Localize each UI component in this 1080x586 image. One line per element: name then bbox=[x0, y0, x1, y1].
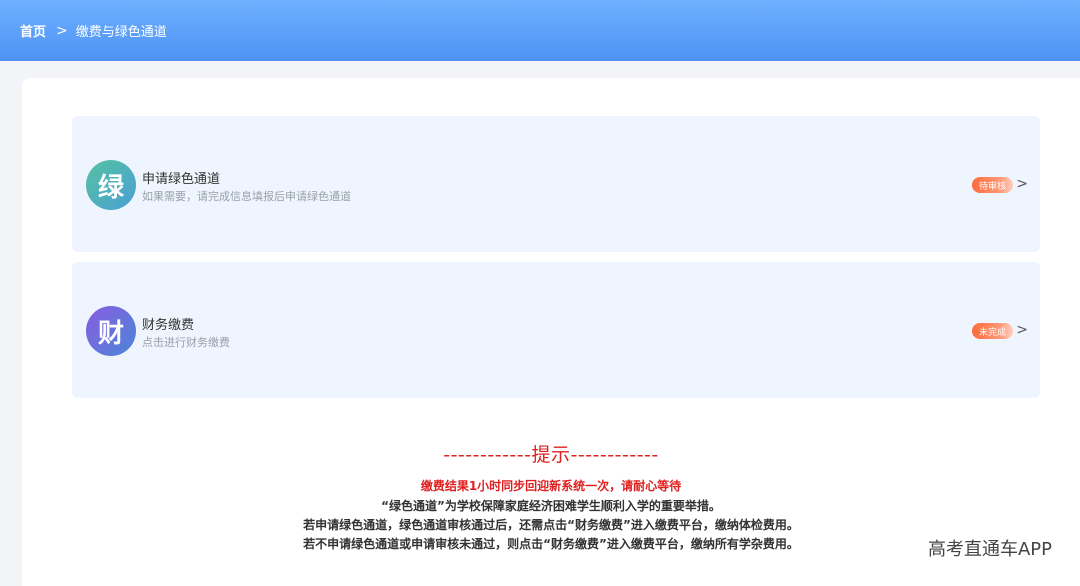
top-header-bar: 首页 > 缴费与绿色通道 bbox=[0, 0, 1080, 61]
main-panel: 绿 申请绿色通道 如果需要，请完成信息填报后申请绿色通道 待审核 > 财 财务缴… bbox=[22, 78, 1080, 586]
tips-section: ------------提示------------ 缴费结果1小时同步回迎新系… bbox=[22, 440, 1080, 551]
watermark-text: 高考直通车APP bbox=[927, 539, 1052, 560]
tip-line: “绿色通道”为学校保障家庭经济困难学生顺利入学的重要举措。 bbox=[381, 499, 721, 513]
finance-icon: 财 bbox=[86, 306, 136, 356]
status-badge: 待审核 bbox=[971, 177, 1013, 193]
finance-payment-card[interactable]: 财 财务缴费 点击进行财务缴费 未完成 > bbox=[72, 262, 1040, 398]
card-title: 申请绿色通道 bbox=[142, 172, 221, 187]
tip-line: 若不申请绿色通道或申请审核未通过，则点击“财务缴费”进入缴费平台，缴纳所有学杂费… bbox=[303, 537, 799, 551]
tips-heading: ------------提示------------ bbox=[443, 444, 659, 466]
breadcrumb-current: 缴费与绿色通道 bbox=[75, 25, 167, 40]
sync-notice: 缴费结果1小时同步回迎新系统一次，请耐心等待 bbox=[420, 479, 682, 493]
card-subtitle: 如果需要，请完成信息填报后申请绿色通道 bbox=[142, 190, 351, 203]
breadcrumb-separator-icon: > bbox=[56, 22, 68, 39]
green-channel-card[interactable]: 绿 申请绿色通道 如果需要，请完成信息填报后申请绿色通道 待审核 > bbox=[72, 116, 1040, 252]
chevron-right-icon[interactable]: > bbox=[1016, 176, 1028, 192]
status-badge: 未完成 bbox=[971, 323, 1013, 339]
card-title: 财务缴费 bbox=[142, 318, 195, 333]
chevron-right-icon[interactable]: > bbox=[1016, 322, 1028, 338]
card-subtitle: 点击进行财务缴费 bbox=[142, 336, 230, 349]
green-channel-icon: 绿 bbox=[86, 160, 136, 210]
breadcrumb-home-link[interactable]: 首页 bbox=[20, 21, 46, 40]
tip-line: 若申请绿色通道，绿色通道审核通过后，还需点击“财务缴费”进入缴费平台，缴纳体检费… bbox=[303, 518, 799, 532]
